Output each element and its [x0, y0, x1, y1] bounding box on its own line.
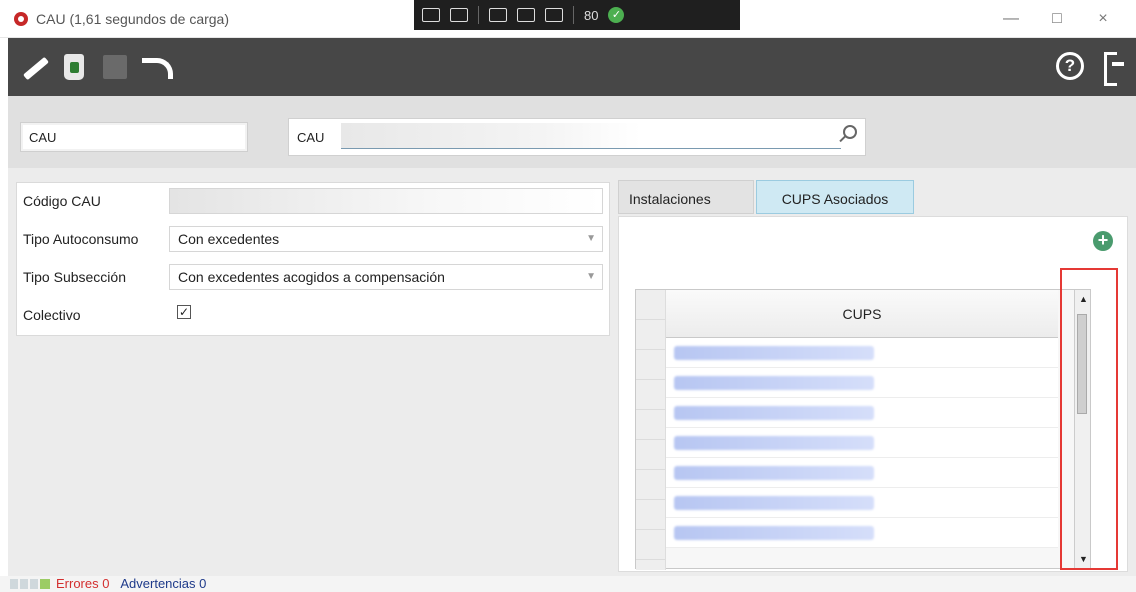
row-header-cell[interactable]: [636, 500, 665, 530]
cups-column-header[interactable]: CUPS: [666, 290, 1058, 338]
cau-search-box: CAU: [288, 118, 866, 156]
window-icon[interactable]: [517, 8, 535, 22]
chevron-down-icon: ▼: [586, 271, 596, 282]
search-section: CAU CAU: [8, 96, 1136, 168]
row-header-cell[interactable]: [636, 410, 665, 440]
cups-value: [674, 346, 874, 360]
table-row[interactable]: [666, 518, 1058, 548]
tipo-subseccion-select[interactable]: Con excedentes acogidos a compensación ▼: [169, 264, 603, 290]
title-bar: CAU (1,61 segundos de carga) 80 ✓ — □ ×: [0, 0, 1136, 38]
tipo-subseccion-label: Tipo Subsección: [23, 269, 126, 285]
close-button[interactable]: ×: [1080, 6, 1126, 32]
row-header-cell[interactable]: [636, 350, 665, 380]
status-bar: Errores 0 Advertencias 0: [0, 576, 1136, 592]
search-icon[interactable]: [843, 125, 857, 139]
tab-cups-asociados[interactable]: CUPS Asociados: [756, 180, 914, 214]
help-icon[interactable]: ?: [1056, 52, 1084, 80]
tipo-subseccion-value: Con excedentes acogidos a compensación: [178, 269, 445, 285]
cups-value: [674, 406, 874, 420]
chevron-down-icon: ▼: [586, 233, 596, 244]
tab-instalaciones[interactable]: Instalaciones: [618, 180, 754, 214]
trash-icon[interactable]: [58, 52, 90, 82]
table-row[interactable]: [666, 368, 1058, 398]
row-header-cell[interactable]: [636, 290, 665, 320]
row-header-cell[interactable]: [636, 530, 665, 560]
toolbar: ?: [8, 38, 1136, 96]
codigo-cau-field[interactable]: [169, 188, 603, 214]
table-row[interactable]: [666, 338, 1058, 368]
cups-value: [674, 466, 874, 480]
maximize-button[interactable]: □: [1034, 6, 1080, 32]
colectivo-row: Colectivo ✓: [17, 297, 611, 333]
colectivo-label: Colectivo: [23, 307, 81, 323]
tipo-autoconsumo-label: Tipo Autoconsumo: [23, 231, 139, 247]
tipo-autoconsumo-select[interactable]: Con excedentes ▼: [169, 226, 603, 252]
row-header-cell[interactable]: [636, 320, 665, 350]
warnings-status[interactable]: Advertencias 0: [120, 576, 206, 591]
row-header-cell[interactable]: [636, 470, 665, 500]
table-row[interactable]: [666, 398, 1058, 428]
main-content: CAU CAU Código CAU Tipo Autoconsumo Con …: [8, 96, 1136, 576]
cups-value: [674, 526, 874, 540]
codigo-cau-label: Código CAU: [23, 193, 101, 209]
tipo-autoconsumo-value: Con excedentes: [178, 231, 280, 247]
record-count: 80: [584, 7, 599, 23]
edit-icon[interactable]: [18, 52, 50, 82]
search-input[interactable]: [341, 123, 841, 149]
cups-value: [674, 376, 874, 390]
app-icon: [14, 12, 28, 26]
minimize-button[interactable]: —: [988, 6, 1034, 32]
colectivo-checkbox[interactable]: ✓: [177, 305, 191, 319]
scrollbar-highlight-box: [1060, 268, 1118, 570]
window-title: CAU (1,61 segundos de carga): [36, 11, 229, 27]
overlay-divider: [573, 6, 574, 24]
recording-overlay-bar: 80 ✓: [414, 0, 740, 30]
row-header-cell[interactable]: [636, 440, 665, 470]
undo-icon[interactable]: [138, 52, 173, 82]
codigo-cau-row: Código CAU: [17, 183, 611, 219]
row-header-cell[interactable]: [636, 380, 665, 410]
search-label: CAU: [297, 130, 325, 145]
exit-icon[interactable]: [1102, 50, 1124, 86]
check-icon[interactable]: ✓: [608, 7, 625, 23]
share-icon[interactable]: [545, 8, 563, 22]
save-icon[interactable]: [98, 52, 130, 82]
add-icon[interactable]: +: [1093, 231, 1113, 251]
row-header-column: [636, 290, 666, 570]
tipo-subseccion-row: Tipo Subsección Con excedentes acogidos …: [17, 259, 611, 295]
table-row[interactable]: [666, 488, 1058, 518]
errors-status[interactable]: Errores 0: [56, 576, 109, 591]
cups-value: [674, 496, 874, 510]
table-row[interactable]: [666, 458, 1058, 488]
camera-icon[interactable]: [450, 8, 468, 22]
cau-filter-box[interactable]: CAU: [20, 122, 248, 152]
cau-details-form: Código CAU Tipo Autoconsumo Con excedent…: [16, 182, 610, 336]
table-row[interactable]: [666, 428, 1058, 458]
pointer-icon[interactable]: [489, 8, 507, 22]
overlay-divider: [478, 6, 479, 24]
cups-grid: CUPS ▲ ▼: [635, 289, 1091, 570]
screen-icon[interactable]: [422, 8, 440, 22]
cau-filter-label: CAU: [29, 130, 57, 145]
cups-value: [674, 436, 874, 450]
status-icons: [10, 579, 50, 589]
tipo-autoconsumo-row: Tipo Autoconsumo Con excedentes ▼: [17, 221, 611, 257]
cups-panel: + CUPS ▲ ▼: [618, 216, 1128, 572]
